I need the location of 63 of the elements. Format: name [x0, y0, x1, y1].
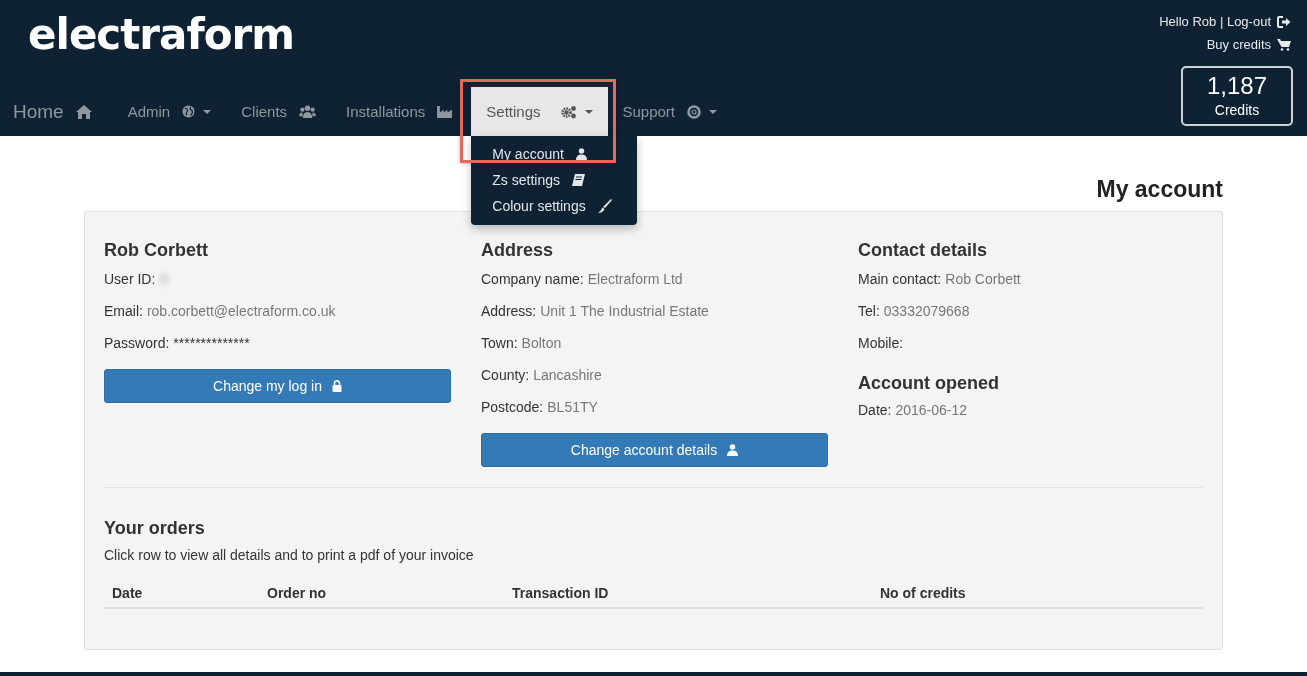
- page-title: My account: [1096, 176, 1223, 203]
- field-value: Electraform Ltd: [587, 271, 683, 287]
- nav-tab[interactable]: Home: [0, 87, 107, 136]
- field-value: 2016-06-12: [895, 402, 968, 418]
- orders-hint: Click row to view all details and to print a pdf of your invoice: [104, 547, 475, 563]
- masked-password: **************: [173, 335, 250, 351]
- nav-tab[interactable]: Admin: [112, 87, 227, 136]
- users-icon: [299, 105, 317, 118]
- field-label: County:: [481, 367, 530, 383]
- factory-icon: [437, 105, 453, 118]
- nav-tab[interactable]: Clients: [226, 87, 332, 136]
- field-label: Email:: [104, 303, 143, 319]
- section-heading: Address: [481, 240, 555, 261]
- field-label: Main contact:: [858, 271, 942, 287]
- field-label: Address:: [481, 303, 537, 319]
- nav-tab[interactable]: Settings: [471, 87, 608, 136]
- column-header[interactable]: Order no: [267, 585, 512, 601]
- field-label: Password:: [104, 335, 170, 351]
- field-value: Rob Corbett: [945, 271, 1021, 287]
- credits-badge[interactable]: 1,187 Credits: [1181, 66, 1293, 126]
- menu-item[interactable]: Zs settings: [471, 167, 638, 193]
- field-value: BL51TY: [547, 399, 598, 415]
- nav-tab[interactable]: Installations: [331, 87, 468, 136]
- field-label: Mobile:: [858, 335, 904, 351]
- field-label: Postcode:: [481, 399, 544, 415]
- field-label: Company name:: [481, 271, 584, 287]
- section-heading: Contact details: [858, 240, 989, 261]
- gears-icon: [560, 104, 577, 119]
- logout-icon[interactable]: [1277, 15, 1291, 28]
- caret-icon: [203, 109, 212, 114]
- lifebuoy-icon: [687, 104, 702, 119]
- field-value: Lancashire: [533, 367, 602, 383]
- section-heading: Account opened: [858, 373, 1000, 394]
- credits-label: Credits: [1214, 102, 1260, 118]
- buy-credits-link[interactable]: Buy credits: [1206, 37, 1271, 52]
- field-value: Unit 1 The Industrial Estate: [540, 303, 709, 319]
- field-label: Town:: [481, 335, 518, 351]
- field-label: Date:: [858, 402, 892, 418]
- column-header[interactable]: No of credits: [880, 585, 1195, 601]
- field-label: Tel:: [858, 303, 880, 319]
- book-icon: [572, 174, 585, 186]
- cart-icon[interactable]: [1277, 38, 1291, 51]
- menu-item[interactable]: Colour settings: [471, 193, 638, 219]
- field-label: User ID:: [104, 271, 156, 287]
- action-button[interactable]: Change my log in: [104, 369, 451, 403]
- lock-icon: [331, 380, 342, 392]
- orders-heading: Your orders: [104, 518, 206, 539]
- field-value: 03332079668: [883, 303, 970, 319]
- brush-icon: [597, 199, 612, 213]
- user-icon: [575, 148, 587, 160]
- greeting-link[interactable]: Hello Rob | Log-out: [1159, 14, 1271, 29]
- credits-count: 1,187: [1206, 72, 1268, 100]
- action-button[interactable]: Change account details: [481, 433, 828, 467]
- caret-icon: [709, 109, 718, 114]
- user-icon: [727, 444, 739, 456]
- column-header[interactable]: Date: [112, 585, 267, 601]
- field-value: Bolton: [521, 335, 562, 351]
- section-heading: Rob Corbett: [104, 240, 209, 261]
- caret-icon: [584, 109, 593, 114]
- globe-icon: [182, 105, 196, 118]
- column-header[interactable]: Transaction ID: [512, 585, 880, 601]
- electraform-logo[interactable]: electraform: [28, 10, 294, 59]
- home-icon: [75, 104, 92, 119]
